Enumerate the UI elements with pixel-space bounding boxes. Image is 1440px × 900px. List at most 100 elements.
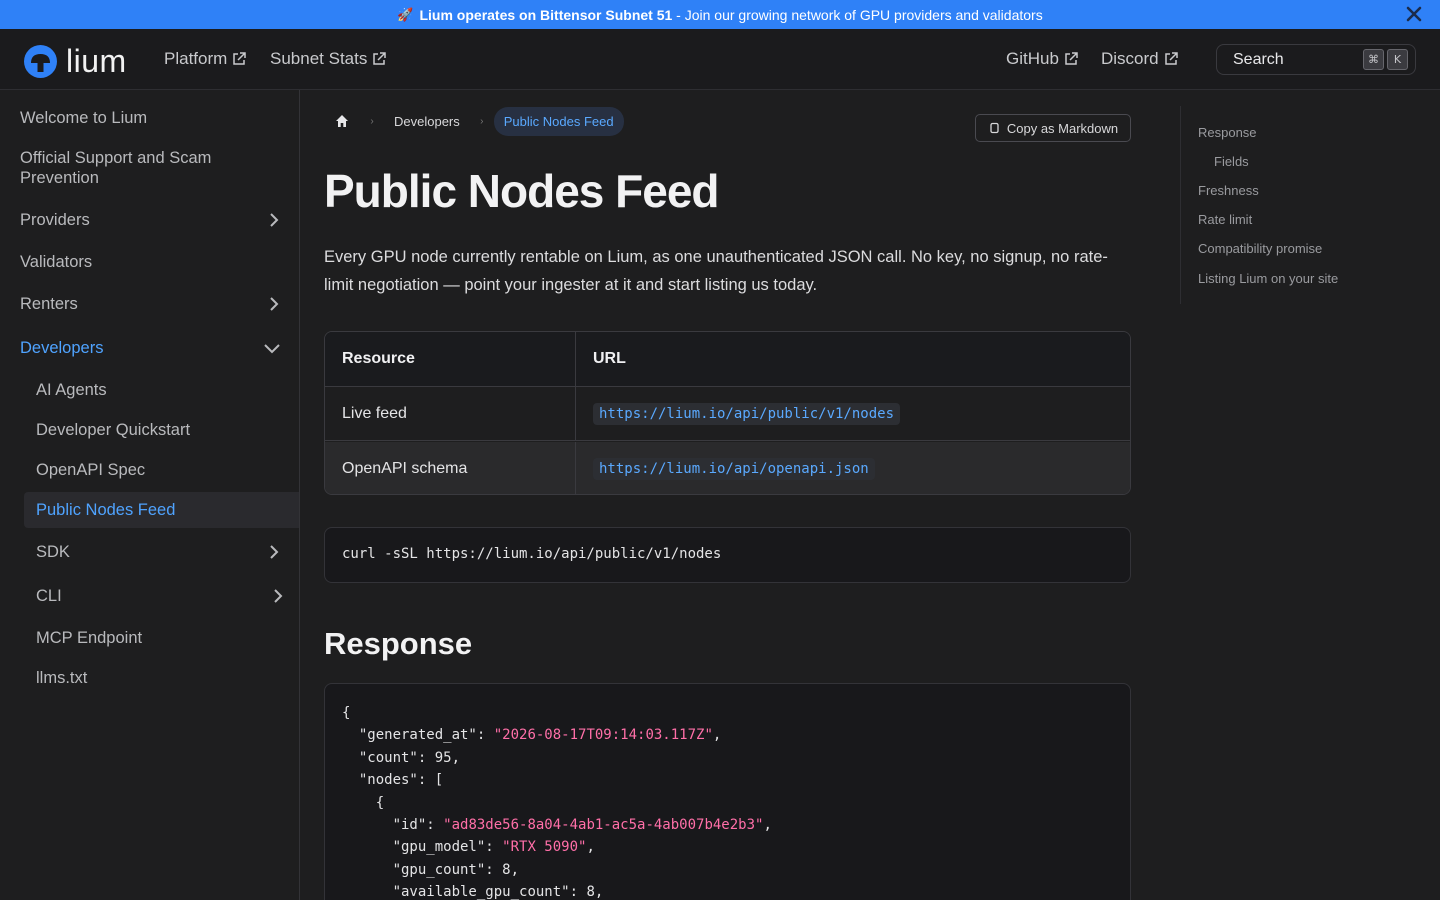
breadcrumb: › Developers › Public Nodes Feed <box>324 106 624 136</box>
sidebar-item-label: Validators <box>20 253 93 271</box>
json-number-value: 95 <box>434 749 452 766</box>
chevron-down-icon[interactable] <box>263 341 281 355</box>
sidebar-item-developers[interactable]: Developers <box>0 338 299 358</box>
sidebar-item-label: Welcome to Lium <box>20 109 148 127</box>
sidebar-item-label: AI Agents <box>36 381 107 399</box>
toc-item-listing-lium[interactable]: Listing Lium on your site <box>1198 271 1338 286</box>
json-key: "count" <box>358 749 418 766</box>
curl-command: curl -sSL https://lium.io/api/public/v1/… <box>342 546 722 562</box>
json-key: "available_gpu_count" <box>392 884 570 900</box>
announcement-bold: Lium operates on Bittensor Subnet 51 <box>419 6 673 23</box>
external-link-icon <box>1065 52 1078 65</box>
table-header-url: URL <box>593 350 626 367</box>
nav-subnet-stats-label: Subnet Stats <box>270 49 368 68</box>
nav-discord-link[interactable]: Discord <box>1101 49 1178 69</box>
copy-icon <box>990 122 999 134</box>
sidebar-item-ai-agents[interactable]: AI Agents <box>0 380 299 400</box>
breadcrumb-separator-icon: › <box>480 115 484 127</box>
openapi-schema-url-link[interactable]: https://lium.io/api/openapi.json <box>593 457 875 480</box>
table-header-row: Resource URL <box>325 332 1130 387</box>
breadcrumb-developers[interactable]: Developers <box>384 114 470 129</box>
json-string-value: "RTX 5090" <box>502 839 587 856</box>
breadcrumb-current: Public Nodes Feed <box>493 106 624 136</box>
sidebar-item-validators[interactable]: Validators <box>0 252 299 272</box>
sidebar-item-label: MCP Endpoint <box>36 629 143 647</box>
nav-platform-label: Platform <box>164 49 228 68</box>
sidebar-item-providers[interactable]: Providers <box>0 210 299 230</box>
page-title: Public Nodes Feed <box>324 165 720 217</box>
announcement-bar: 🚀 Lium operates on Bittensor Subnet 51 -… <box>0 0 1440 29</box>
json-key: "gpu_model" <box>392 839 486 856</box>
sidebar-item-label: OpenAPI Spec <box>36 461 146 479</box>
json-key: "id" <box>392 817 427 834</box>
breadcrumb-separator-icon: › <box>370 115 374 127</box>
chevron-right-icon[interactable] <box>267 213 281 227</box>
toc-item-fields[interactable]: Fields <box>1214 154 1249 169</box>
rocket-icon: 🚀 <box>397 6 414 22</box>
table-row: OpenAPI schema https://lium.io/api/opena… <box>325 442 1130 494</box>
table-row: Live feed https://lium.io/api/public/v1/… <box>325 387 1130 441</box>
sidebar-item-sdk[interactable]: SDK <box>0 542 299 562</box>
search-placeholder: Search <box>1233 50 1284 68</box>
close-icon[interactable] <box>1404 4 1424 24</box>
home-icon[interactable] <box>324 106 360 136</box>
nav-platform-link[interactable]: Platform <box>164 49 247 69</box>
sidebar-item-label: Public Nodes Feed <box>36 501 176 519</box>
table-header-resource: Resource <box>325 332 576 386</box>
announcement-text: - Join our growing network of GPU provid… <box>672 6 1043 23</box>
external-link-icon <box>373 52 387 65</box>
sidebar-item-official-support[interactable]: Official Support and Scam Prevention <box>0 148 299 188</box>
table-cell-resource: Live feed <box>325 387 576 440</box>
sidebar: Welcome to Lium Official Support and Sca… <box>0 90 300 900</box>
response-heading: Response <box>324 626 473 661</box>
sidebar-item-mcp-endpoint[interactable]: MCP Endpoint <box>0 628 299 648</box>
toc-item-freshness[interactable]: Freshness <box>1198 183 1259 198</box>
sidebar-item-public-nodes-feed[interactable]: Public Nodes Feed <box>24 492 299 528</box>
nav-subnet-stats-link[interactable]: Subnet Stats <box>270 49 387 69</box>
sidebar-item-label: Official Support and Scam Prevention <box>20 149 212 187</box>
json-key: "generated_at" <box>358 727 477 744</box>
nav-discord-label: Discord <box>1101 49 1159 68</box>
table-of-contents: Response Fields Freshness Rate limit Com… <box>1180 106 1380 304</box>
logo-text: lium <box>66 43 127 79</box>
sidebar-item-cli[interactable]: CLI <box>0 586 299 606</box>
chevron-right-icon[interactable] <box>271 589 285 603</box>
json-string-value: "2026-08-17T09:14:03.117Z" <box>493 727 713 744</box>
sidebar-item-welcome[interactable]: Welcome to Lium <box>0 108 299 128</box>
lium-logo-icon <box>24 45 57 78</box>
sidebar-item-label: SDK <box>36 543 70 561</box>
page-intro: Every GPU node currently rentable on Liu… <box>324 248 1108 294</box>
json-number-value: 8 <box>502 861 511 878</box>
sidebar-item-llms-txt[interactable]: llms.txt <box>0 668 299 688</box>
json-number-value: 8 <box>586 884 595 900</box>
table-cell-resource: OpenAPI schema <box>325 442 576 494</box>
sidebar-item-developer-quickstart[interactable]: Developer Quickstart <box>0 420 299 440</box>
sidebar-item-label: Providers <box>20 211 90 229</box>
toc-item-compatibility-promise[interactable]: Compatibility promise <box>1198 241 1322 256</box>
sidebar-item-label: Developer Quickstart <box>36 421 191 439</box>
nav-github-link[interactable]: GitHub <box>1006 49 1078 69</box>
k-key-badge: K <box>1387 49 1408 70</box>
toc-item-response[interactable]: Response <box>1198 125 1257 140</box>
copy-as-markdown-label: Copy as Markdown <box>1006 120 1119 136</box>
copy-as-markdown-button[interactable]: Copy as Markdown <box>975 114 1131 142</box>
sidebar-item-renters[interactable]: Renters <box>0 294 299 314</box>
search-button[interactable]: Search ⌘ K <box>1216 44 1416 75</box>
nav-github-label: GitHub <box>1006 49 1059 68</box>
chevron-right-icon[interactable] <box>267 297 281 311</box>
sidebar-item-label: CLI <box>36 587 62 605</box>
command-key-icon: ⌘ <box>1363 49 1384 70</box>
external-link-icon <box>1164 52 1178 65</box>
sidebar-item-label: Developers <box>20 339 104 357</box>
chevron-right-icon[interactable] <box>267 545 281 559</box>
toc-item-rate-limit[interactable]: Rate limit <box>1198 212 1252 227</box>
sidebar-item-label: Renters <box>20 295 78 313</box>
json-response-code-block[interactable]: { "generated_at": "2026-08-17T09:14:03.1… <box>324 683 1131 900</box>
top-navbar: lium Platform Subnet Stats GitHub Discor… <box>0 29 1440 90</box>
live-feed-url-link[interactable]: https://lium.io/api/public/v1/nodes <box>593 402 901 425</box>
external-link-icon <box>233 52 247 65</box>
resource-table: Resource URL Live feed https://lium.io/a… <box>324 331 1131 495</box>
logo[interactable]: lium <box>24 43 127 80</box>
sidebar-item-openapi-spec[interactable]: OpenAPI Spec <box>0 460 299 480</box>
curl-code-block[interactable]: curl -sSL https://lium.io/api/public/v1/… <box>324 527 1131 583</box>
